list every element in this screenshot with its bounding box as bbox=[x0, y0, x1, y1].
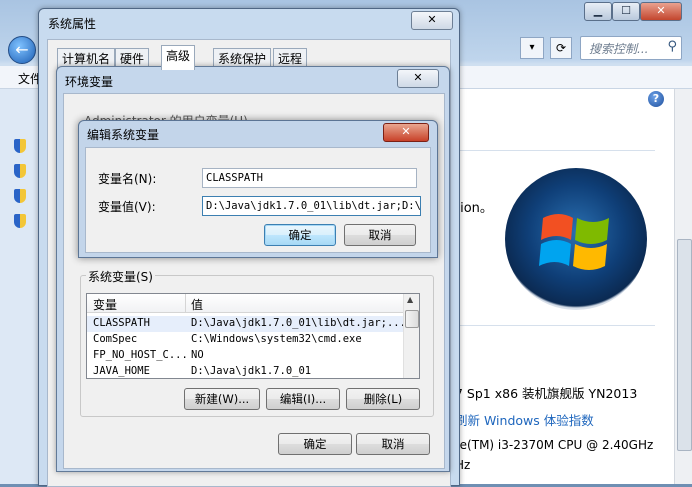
variable-value: D:\Java\jdk1.7.0_01 bbox=[191, 365, 312, 377]
windows-logo bbox=[505, 168, 647, 310]
variable-name: FP_NO_HOST_C... bbox=[93, 349, 188, 361]
windows-edition-text: 7 Sp1 x86 装机旗舰版 YN2013 bbox=[455, 386, 638, 401]
window-caption-buttons: ▁ ☐ ✕ bbox=[584, 2, 684, 21]
dialog-title: 环境变量 bbox=[65, 75, 114, 89]
vertical-scrollbar[interactable]: ▲ bbox=[403, 294, 419, 378]
variable-value-label: 变量值(V): bbox=[98, 200, 156, 214]
variable-name: CLASSPATH bbox=[93, 317, 150, 329]
shield-icon bbox=[14, 164, 26, 178]
column-header-value[interactable]: 值 bbox=[191, 296, 203, 313]
refresh-icon[interactable]: ⟳ bbox=[550, 37, 572, 59]
shield-icon bbox=[14, 139, 26, 153]
variable-value: NO bbox=[191, 349, 204, 361]
cancel-button[interactable]: 取消 bbox=[344, 224, 416, 246]
new-variable-button[interactable]: 新建(W)... bbox=[184, 388, 260, 410]
system-variables-label: 系统变量(S) bbox=[86, 268, 155, 285]
scrollbar-thumb[interactable] bbox=[405, 310, 419, 328]
shield-icon bbox=[14, 214, 26, 228]
variable-name-label: 变量名(N): bbox=[98, 172, 157, 186]
edit-system-variable-dialog: 编辑系统变量 ✕ 变量名(N): CLASSPATH 变量值(V): D:\Ja… bbox=[78, 120, 438, 258]
search-icon: ⚲ bbox=[667, 39, 677, 54]
dialog-title: 系统属性 bbox=[48, 17, 97, 31]
table-row[interactable]: CLASSPATH D:\Java\jdk1.7.0_01\lib\dt.jar… bbox=[87, 316, 406, 332]
tab-advanced[interactable]: 高级 bbox=[161, 45, 196, 70]
system-variables-list[interactable]: 变量 值 CLASSPATH D:\Java\jdk1.7.0_01\lib\d… bbox=[86, 293, 420, 379]
ok-button[interactable]: 确定 bbox=[264, 224, 336, 246]
close-button[interactable]: ✕ bbox=[383, 123, 429, 142]
env-ok-button[interactable]: 确定 bbox=[278, 433, 352, 455]
env-cancel-button[interactable]: 取消 bbox=[356, 433, 430, 455]
variable-value: D:\Java\jdk1.7.0_01\lib\dt.jar;... bbox=[191, 317, 406, 329]
list-header: 变量 值 bbox=[87, 294, 403, 313]
minimize-button[interactable]: ▁ bbox=[584, 2, 612, 21]
table-row[interactable]: JAVA_HOME D:\Java\jdk1.7.0_01 bbox=[87, 364, 403, 378]
variable-value: C:\Windows\system32\cmd.exe bbox=[191, 333, 362, 345]
table-row[interactable]: FP_NO_HOST_C... NO bbox=[87, 348, 403, 364]
copyright-text: tion。 bbox=[455, 201, 493, 216]
variable-name-field[interactable]: CLASSPATH bbox=[202, 168, 417, 188]
divider bbox=[455, 325, 655, 326]
scroll-up-icon[interactable]: ▲ bbox=[407, 295, 413, 304]
address-dropdown-icon[interactable]: ▾ bbox=[520, 37, 544, 59]
vertical-scrollbar[interactable] bbox=[674, 89, 692, 484]
delete-variable-button[interactable]: 删除(L) bbox=[346, 388, 420, 410]
dialog-body: 变量名(N): CLASSPATH 变量值(V): D:\Java\jdk1.7… bbox=[85, 147, 431, 253]
variable-name: JAVA_HOME bbox=[93, 365, 150, 377]
processor-text: re(TM) i3-2370M CPU @ 2.40GHz bbox=[455, 438, 654, 452]
close-button[interactable]: ✕ bbox=[397, 69, 439, 88]
close-button[interactable]: ✕ bbox=[411, 11, 453, 30]
scrollbar-thumb[interactable] bbox=[677, 239, 692, 451]
column-header-variable[interactable]: 变量 bbox=[93, 296, 117, 313]
refresh-experience-index-link[interactable]: 刷新 Windows 体验指数 bbox=[455, 410, 594, 429]
column-separator[interactable] bbox=[185, 294, 186, 312]
close-button[interactable]: ✕ bbox=[640, 2, 682, 21]
help-icon[interactable]: ? bbox=[648, 91, 664, 107]
edit-variable-button[interactable]: 编辑(I)... bbox=[266, 388, 340, 410]
windows-flag-icon bbox=[539, 214, 609, 270]
search-placeholder: 搜索控制... bbox=[589, 42, 649, 56]
back-arrow-icon[interactable]: ← bbox=[8, 36, 36, 64]
dialog-title: 编辑系统变量 bbox=[87, 128, 160, 142]
divider bbox=[455, 150, 655, 151]
shield-icon bbox=[14, 189, 26, 203]
variable-value-field[interactable]: D:\Java\jdk1.7.0_01\lib\dt.jar;D:\J bbox=[202, 196, 421, 216]
table-row[interactable]: ComSpec C:\Windows\system32\cmd.exe bbox=[87, 332, 403, 348]
search-input[interactable]: 搜索控制... ⚲ bbox=[580, 36, 682, 60]
maximize-button[interactable]: ☐ bbox=[612, 2, 640, 21]
variable-name: ComSpec bbox=[93, 333, 138, 345]
